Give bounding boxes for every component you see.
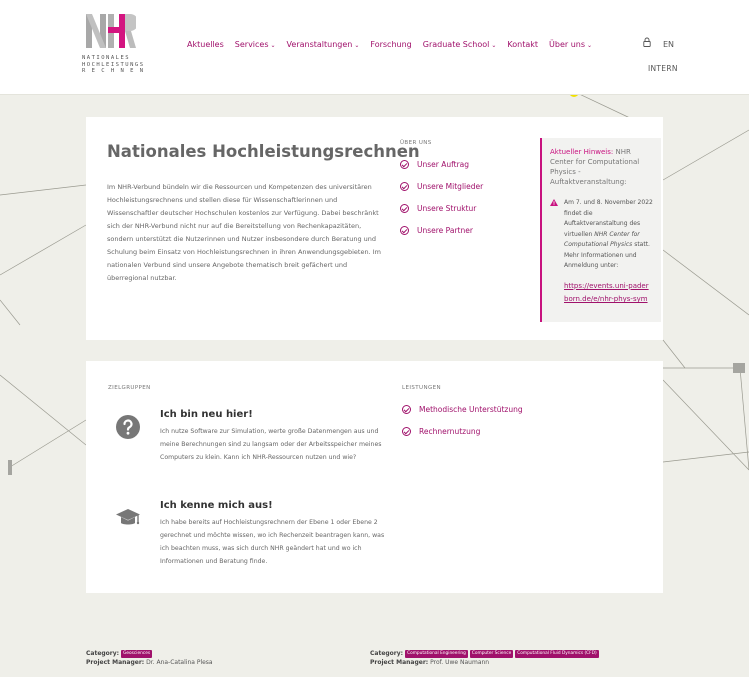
check-circle-icon — [400, 203, 409, 213]
graduation-cap-icon — [116, 509, 140, 525]
nav-item-graduate-school[interactable]: Graduate School ⌄ — [423, 40, 497, 49]
check-circle-icon — [400, 181, 409, 191]
link-unser-auftrag[interactable]: Unser Auftrag — [400, 153, 483, 175]
notice-body: Am 7. und 8. November 2022 findet die Au… — [550, 198, 653, 272]
check-circle-icon — [402, 404, 411, 414]
audiences-card: ZIELGRUPPEN Ich bin neu hier! Ich nutze … — [86, 361, 663, 593]
site-header: NATIONALES HOCHLEISTUNGS R E C H N E N A… — [0, 0, 749, 95]
audiences-label: ZIELGRUPPEN — [108, 385, 151, 391]
services-label: LEISTUNGEN — [402, 385, 442, 391]
persona-title: Ich bin neu hier! — [160, 409, 253, 420]
persona-title: Ich kenne mich aus! — [160, 500, 273, 511]
nhr-logo[interactable]: NATIONALES HOCHLEISTUNGS R E C H N E N — [80, 14, 160, 80]
check-circle-icon — [400, 225, 409, 235]
project-meta-left: Category: Geosciences Project Manager: Dr… — [86, 650, 213, 666]
about-card: Nationales Hochleistungsrechnen Im NHR-V… — [86, 117, 663, 340]
page-title: Nationales Hochleistungsrechnen — [107, 142, 420, 161]
nav-item-veranstaltungen[interactable]: Veranstaltungen ⌄ — [287, 40, 360, 49]
link-unsere-struktur[interactable]: Unsere Struktur — [400, 197, 483, 219]
nav-item-aktuelles[interactable]: Aktuelles — [187, 40, 224, 49]
about-links: Unser Auftrag Unsere Mitglieder Unsere S… — [400, 153, 483, 241]
services-links: Methodische Unterstützung Rechnernutzung — [402, 398, 523, 442]
question-icon — [116, 415, 140, 439]
language-switch[interactable]: EN — [663, 40, 674, 49]
logo-wordmark: NATIONALES HOCHLEISTUNGS R E C H N E N — [82, 55, 145, 74]
nav-item-services[interactable]: Services ⌄ — [235, 40, 276, 49]
lock-icon[interactable] — [642, 37, 652, 47]
current-notice: Aktueller Hinweis: NHR Center for Comput… — [540, 138, 661, 322]
nav-item-kontakt[interactable]: Kontakt — [507, 40, 538, 49]
check-circle-icon — [402, 426, 411, 436]
project-meta-strip: Category: Geosciences Project Manager: Dr… — [0, 625, 749, 677]
persona-text: Ich nutze Software zur Simulation, werte… — [160, 428, 382, 461]
nhr-logo-mark — [86, 14, 139, 48]
category-tag[interactable]: Computer Science — [469, 650, 514, 658]
event-registration-link[interactable]: https://events.uni-paderborn.de/e/nhr-ph… — [564, 280, 653, 307]
category-tag[interactable]: Computational Fluid Dynamics (CFD) — [515, 650, 599, 658]
check-circle-icon — [400, 159, 409, 169]
chevron-down-icon: ⌄ — [354, 42, 360, 49]
nav-item-forschung[interactable]: Forschung — [370, 40, 411, 49]
project-meta-right: Category: Computational Engineering Comput… — [370, 650, 599, 666]
project-manager: Prof. Uwe Naumann — [430, 658, 490, 666]
link-methodische-unterstuetzung[interactable]: Methodische Unterstützung — [402, 398, 523, 420]
nav-item-ueber-uns[interactable]: Über uns ⌄ — [549, 40, 592, 49]
category-tag[interactable]: Computational Engineering — [405, 650, 468, 658]
about-links-label: ÜBER UNS — [400, 140, 432, 146]
chevron-down-icon: ⌄ — [491, 42, 497, 49]
category-tag[interactable]: Geosciences — [121, 650, 153, 658]
chevron-down-icon: ⌄ — [270, 42, 276, 49]
intro-text: Im NHR-Verbund bündeln wir die Ressource… — [107, 183, 381, 282]
persona-text: Ich habe bereits auf Hochleistungsrechne… — [160, 519, 385, 565]
link-rechnernutzung[interactable]: Rechnernutzung — [402, 420, 523, 442]
main-navigation: Aktuelles Services ⌄ Veranstaltungen ⌄ For… — [187, 40, 592, 49]
link-unsere-partner[interactable]: Unsere Partner — [400, 219, 483, 241]
intern-link[interactable]: INTERN — [648, 64, 678, 73]
project-manager: Dr. Ana-Catalina Plesa — [146, 658, 213, 666]
link-unsere-mitglieder[interactable]: Unsere Mitglieder — [400, 175, 483, 197]
chevron-down-icon: ⌄ — [587, 42, 593, 49]
notice-title: Aktueller Hinweis: NHR Center for Comput… — [550, 148, 640, 186]
warning-icon — [550, 199, 558, 206]
